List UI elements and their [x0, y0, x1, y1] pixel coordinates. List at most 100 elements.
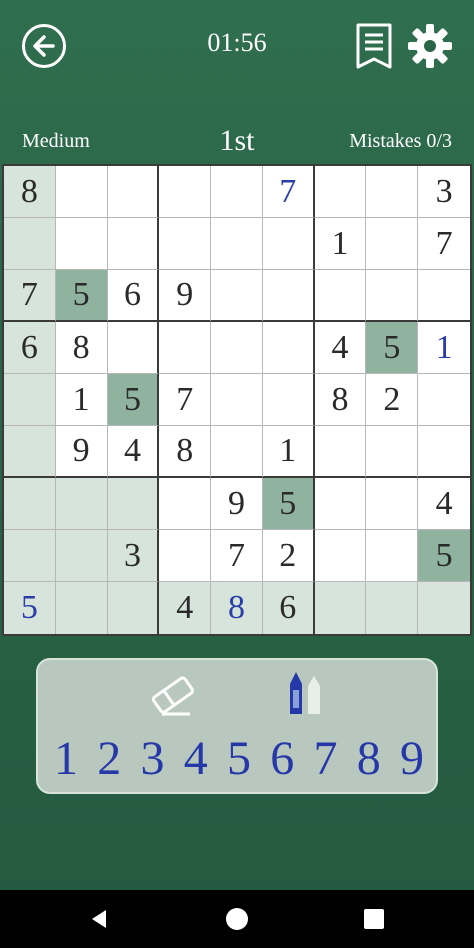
grid-cell-r6c2[interactable]: 9	[55, 426, 108, 478]
grid-cell-r1c4[interactable]	[159, 166, 212, 218]
grid-cell-r7c2[interactable]	[55, 478, 108, 530]
grid-cell-r9c2[interactable]	[55, 582, 108, 634]
grid-cell-r1c1[interactable]: 8	[4, 166, 56, 218]
grid-cell-r8c5[interactable]: 7	[211, 530, 263, 582]
grid-cell-r7c3[interactable]	[107, 478, 160, 530]
grid-cell-r8c6[interactable]: 2	[262, 530, 315, 582]
notes-icon	[356, 23, 392, 69]
grid-cell-r3c4[interactable]: 9	[159, 270, 212, 322]
grid-cell-r7c1[interactable]	[4, 478, 56, 530]
grid-cell-r5c4[interactable]: 7	[159, 374, 212, 426]
grid-cell-r5c1[interactable]	[4, 374, 56, 426]
grid-cell-r5c7[interactable]: 8	[314, 374, 367, 426]
grid-cell-r4c6[interactable]	[262, 322, 315, 374]
digit-button-4[interactable]: 4	[176, 730, 216, 788]
grid-cell-r6c4[interactable]: 8	[159, 426, 212, 478]
nav-home-icon[interactable]	[226, 908, 248, 930]
grid-cell-r4c8[interactable]: 5	[366, 322, 419, 374]
digit-button-9[interactable]: 9	[392, 730, 432, 788]
grid-cell-r3c2[interactable]: 5	[55, 270, 108, 322]
digit-button-5[interactable]: 5	[219, 730, 259, 788]
grid-cell-r8c1[interactable]	[4, 530, 56, 582]
settings-button[interactable]	[406, 22, 454, 70]
grid-cell-r8c8[interactable]	[366, 530, 419, 582]
grid-cell-r9c5[interactable]: 8	[211, 582, 263, 634]
grid-cell-r3c5[interactable]	[211, 270, 263, 322]
grid-cell-r9c4[interactable]: 4	[159, 582, 212, 634]
grid-cell-r4c5[interactable]	[211, 322, 263, 374]
notes-button[interactable]	[354, 22, 394, 70]
grid-cell-r1c9[interactable]: 3	[418, 166, 470, 218]
grid-cell-r2c7[interactable]: 1	[314, 218, 367, 270]
android-nav-bar	[0, 890, 474, 948]
grid-cell-r4c4[interactable]	[159, 322, 212, 374]
grid-cell-r8c9[interactable]: 5	[418, 530, 470, 582]
nav-recents-icon[interactable]	[364, 909, 384, 929]
digit-button-1[interactable]: 1	[46, 730, 86, 788]
grid-cell-r6c9[interactable]	[418, 426, 470, 478]
grid-cell-r7c4[interactable]	[159, 478, 212, 530]
nav-back-button[interactable]	[88, 908, 110, 930]
grid-cell-r8c2[interactable]	[55, 530, 108, 582]
grid-cell-r9c3[interactable]	[107, 582, 160, 634]
grid-cell-r2c8[interactable]	[366, 218, 419, 270]
grid-cell-r2c4[interactable]	[159, 218, 212, 270]
digit-button-3[interactable]: 3	[133, 730, 173, 788]
grid-cell-r5c6[interactable]	[262, 374, 315, 426]
grid-cell-r8c4[interactable]	[159, 530, 212, 582]
grid-cell-r3c9[interactable]	[418, 270, 470, 322]
grid-cell-r6c1[interactable]	[4, 426, 56, 478]
grid-cell-r5c8[interactable]: 2	[366, 374, 419, 426]
grid-cell-r2c3[interactable]	[107, 218, 160, 270]
grid-cell-r5c3[interactable]: 5	[107, 374, 160, 426]
grid-cell-r1c2[interactable]	[55, 166, 108, 218]
grid-cell-r6c8[interactable]	[366, 426, 419, 478]
grid-cell-r5c5[interactable]	[211, 374, 263, 426]
grid-cell-r4c2[interactable]: 8	[55, 322, 108, 374]
grid-cell-r8c7[interactable]	[314, 530, 367, 582]
grid-cell-r2c6[interactable]	[262, 218, 315, 270]
eraser-icon	[151, 676, 195, 716]
eraser-button[interactable]	[148, 672, 198, 718]
grid-cell-r4c3[interactable]	[107, 322, 160, 374]
grid-cell-r7c9[interactable]: 4	[418, 478, 470, 530]
grid-cell-r1c6[interactable]: 7	[262, 166, 315, 218]
grid-cell-r7c8[interactable]	[366, 478, 419, 530]
grid-cell-r3c3[interactable]: 6	[107, 270, 160, 322]
grid-cell-r6c7[interactable]	[314, 426, 367, 478]
digit-button-7[interactable]: 7	[306, 730, 346, 788]
grid-cell-r7c7[interactable]	[314, 478, 367, 530]
pencil-notes-button[interactable]	[284, 670, 330, 718]
grid-cell-r2c9[interactable]: 7	[418, 218, 470, 270]
grid-cell-r4c7[interactable]: 4	[314, 322, 367, 374]
grid-cell-r4c9[interactable]: 1	[418, 322, 470, 374]
grid-cell-r2c5[interactable]	[211, 218, 263, 270]
grid-cell-r6c5[interactable]	[211, 426, 263, 478]
grid-cell-r1c5[interactable]	[211, 166, 263, 218]
digit-button-6[interactable]: 6	[262, 730, 302, 788]
grid-cell-r9c7[interactable]	[314, 582, 367, 634]
grid-cell-r2c1[interactable]	[4, 218, 56, 270]
grid-cell-r4c1[interactable]: 6	[4, 322, 56, 374]
grid-cell-r6c6[interactable]: 1	[262, 426, 315, 478]
grid-cell-r5c2[interactable]: 1	[55, 374, 108, 426]
grid-cell-r7c5[interactable]: 9	[211, 478, 263, 530]
grid-cell-r9c8[interactable]	[366, 582, 419, 634]
grid-cell-r1c3[interactable]	[107, 166, 160, 218]
grid-cell-r9c6[interactable]: 6	[262, 582, 315, 634]
grid-cell-r3c8[interactable]	[366, 270, 419, 322]
grid-cell-r9c1[interactable]: 5	[4, 582, 56, 634]
grid-cell-r8c3[interactable]: 3	[107, 530, 160, 582]
grid-cell-r9c9[interactable]	[418, 582, 470, 634]
grid-cell-r6c3[interactable]: 4	[107, 426, 160, 478]
grid-cell-r5c9[interactable]	[418, 374, 470, 426]
grid-cell-r2c2[interactable]	[55, 218, 108, 270]
grid-cell-r7c6[interactable]: 5	[262, 478, 315, 530]
grid-cell-r1c8[interactable]	[366, 166, 419, 218]
digit-button-8[interactable]: 8	[349, 730, 389, 788]
grid-cell-r3c1[interactable]: 7	[4, 270, 56, 322]
grid-cell-r3c6[interactable]	[262, 270, 315, 322]
grid-cell-r3c7[interactable]	[314, 270, 367, 322]
grid-cell-r1c7[interactable]	[314, 166, 367, 218]
digit-button-2[interactable]: 2	[89, 730, 129, 788]
